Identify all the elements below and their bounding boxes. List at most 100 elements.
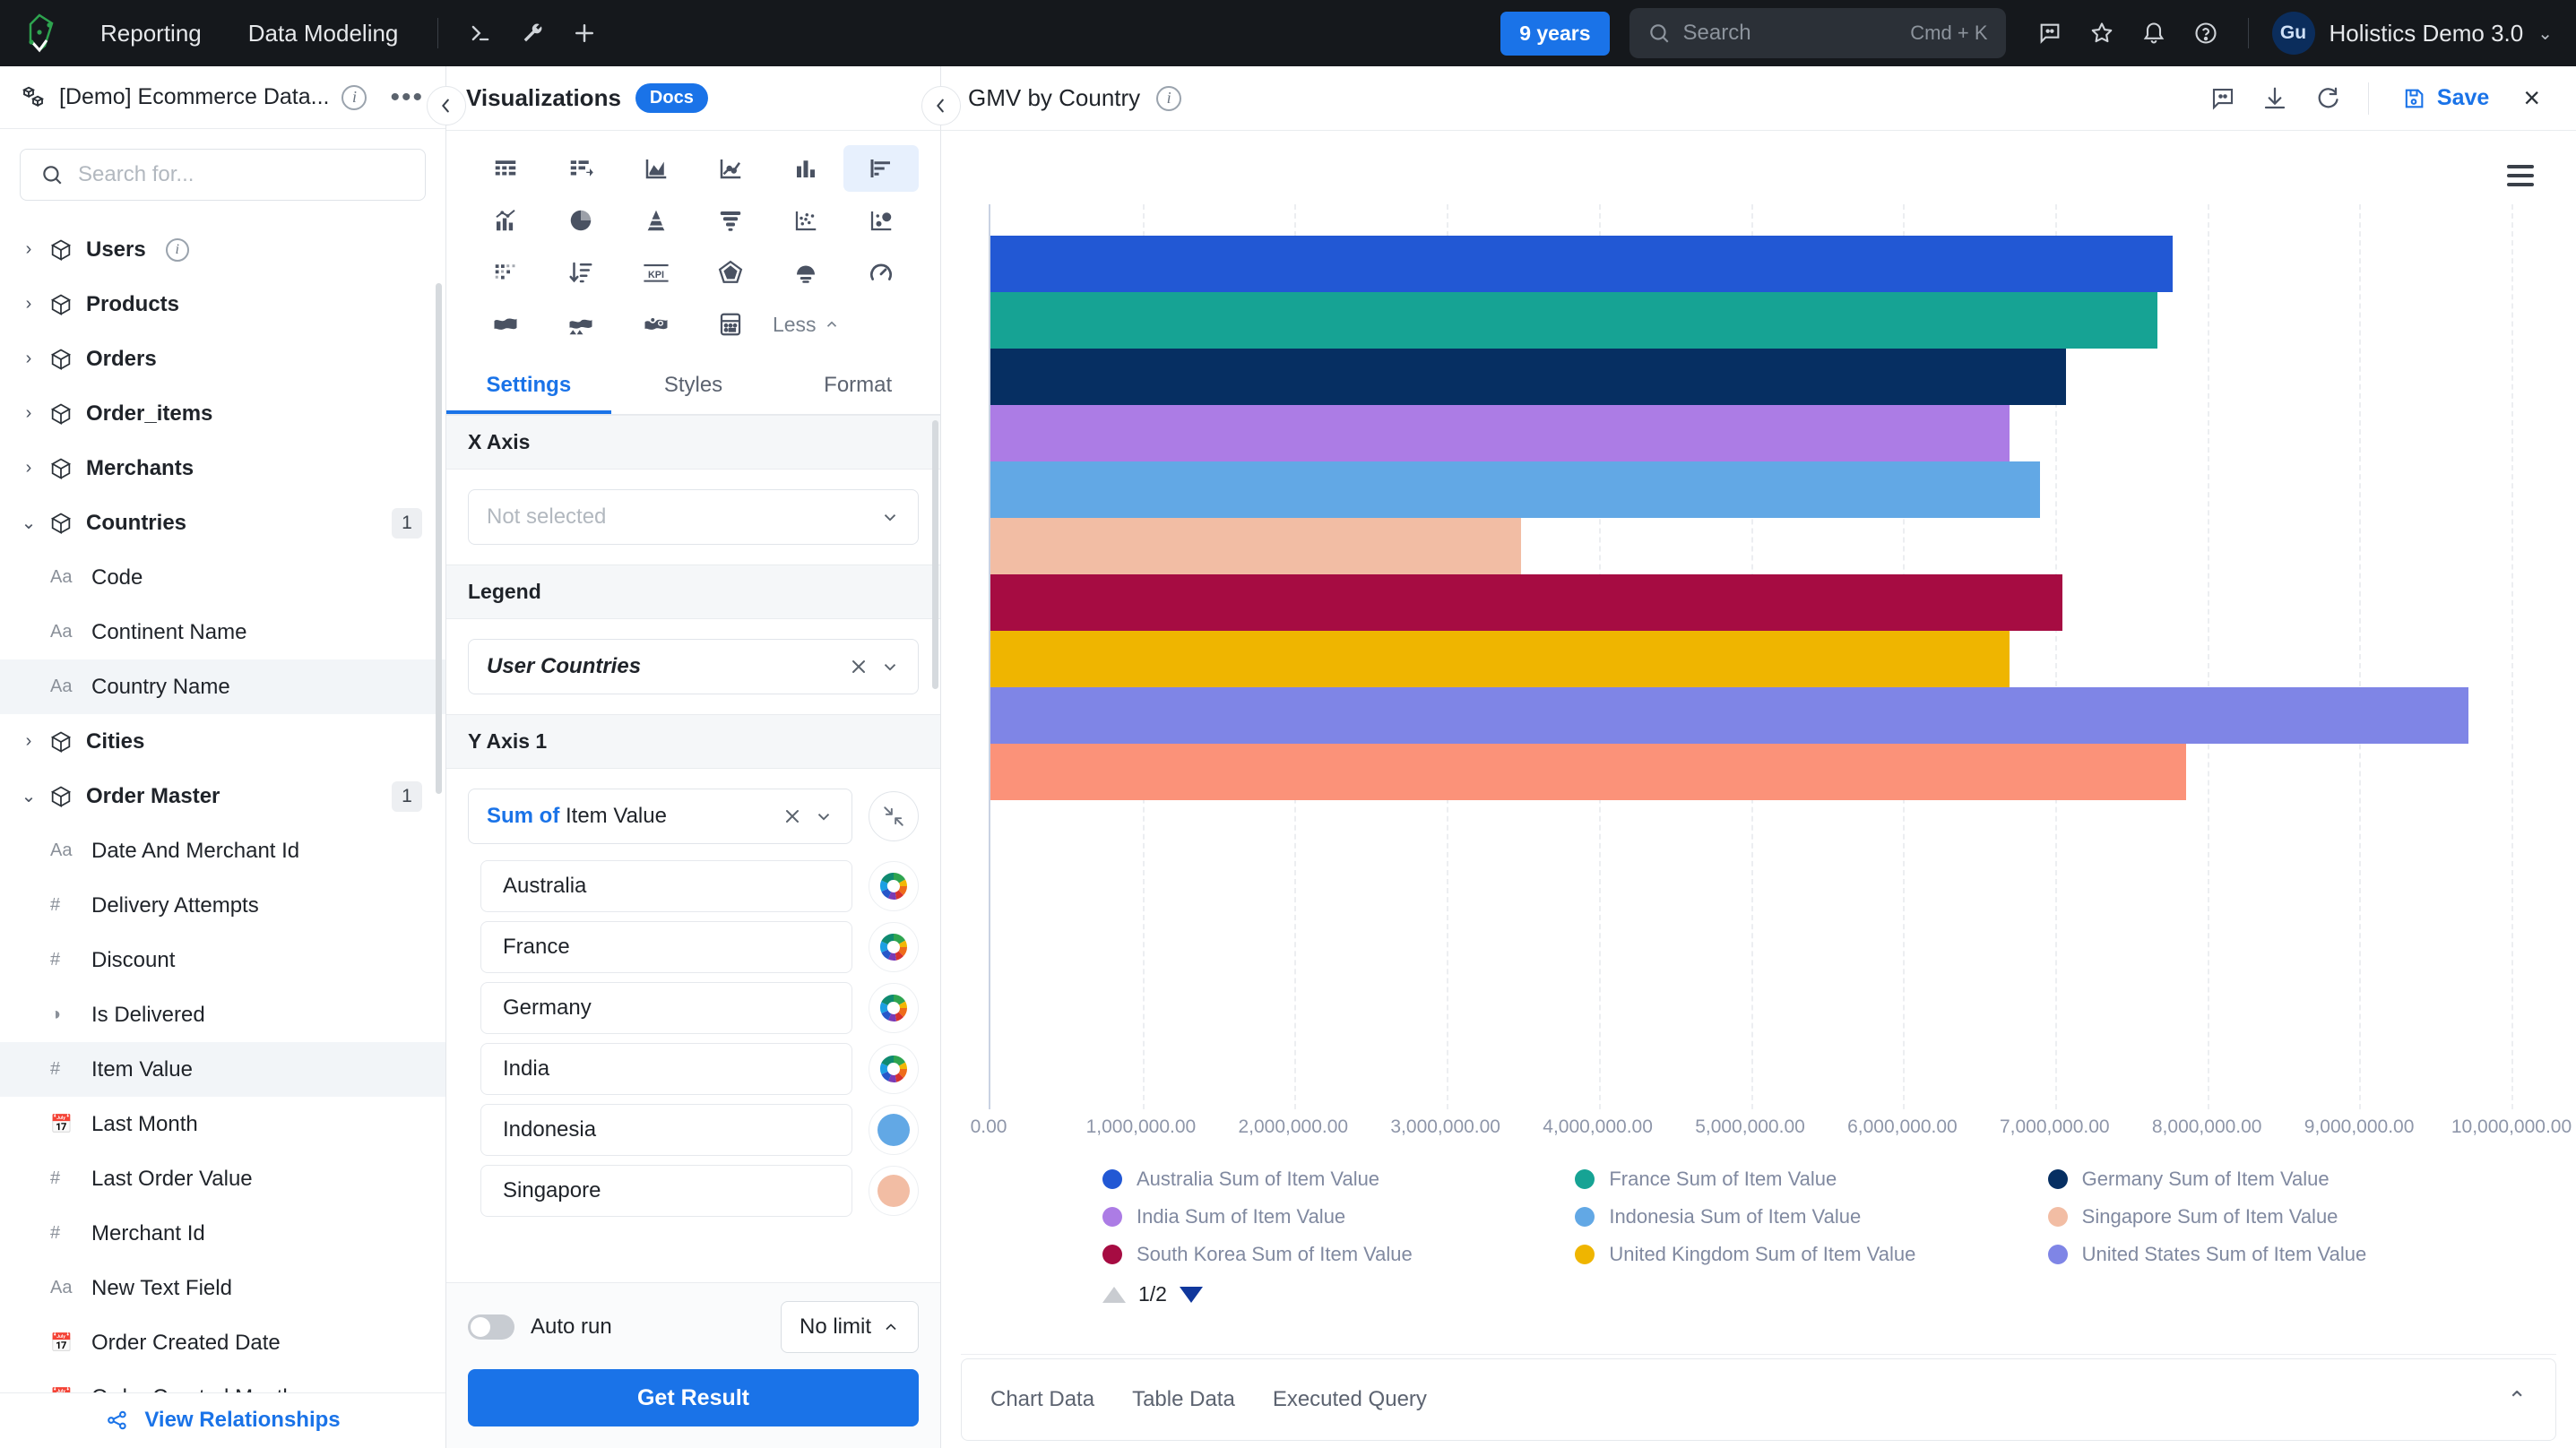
chevron-right-icon[interactable]: ›	[20, 294, 38, 315]
legend-item[interactable]: Australia Sum of Item Value	[1102, 1168, 1575, 1191]
result-tab-chart-data[interactable]: Chart Data	[990, 1387, 1094, 1412]
info-icon[interactable]: i	[341, 84, 367, 110]
x-axis-select[interactable]: Not selected	[468, 489, 919, 545]
row-limit-select[interactable]: No limit	[780, 1301, 919, 1353]
tree-field-item-value[interactable]: # Item Value	[0, 1042, 445, 1098]
chart-bar[interactable]	[990, 574, 2063, 631]
docs-link[interactable]: Docs	[635, 83, 708, 113]
tree-field-continent-name[interactable]: Aa Continent Name	[0, 605, 445, 659]
dataset-more-button[interactable]: •••	[390, 82, 424, 113]
combo-chart-icon[interactable]	[468, 197, 543, 244]
bar-chart-icon[interactable]	[843, 145, 919, 192]
map-pin-icon[interactable]	[618, 301, 694, 348]
chart-menu-icon[interactable]	[2501, 156, 2540, 195]
tree-model-orders[interactable]: › Orders	[0, 332, 445, 386]
legend-item[interactable]: South Korea Sum of Item Value	[1102, 1243, 1575, 1266]
series-name-indonesia[interactable]: Indonesia	[480, 1104, 852, 1156]
funnel-chart-icon[interactable]	[694, 197, 769, 244]
tree-field-merchant-id[interactable]: # Merchant Id	[0, 1206, 445, 1261]
plus-icon[interactable]	[564, 13, 605, 54]
map-region-icon[interactable]	[468, 301, 543, 348]
tree-field-last-month[interactable]: 📅 Last Month	[0, 1097, 445, 1151]
comment-icon[interactable]	[2201, 77, 2244, 120]
info-icon[interactable]: i	[1156, 85, 1182, 111]
tree-field-new-text-field[interactable]: Aa New Text Field	[0, 1261, 445, 1315]
holistics-logo-icon[interactable]	[20, 13, 61, 54]
chart-bar[interactable]	[990, 461, 2040, 518]
chevron-down-icon[interactable]: ⌄	[20, 512, 38, 534]
chart-bar[interactable]	[990, 405, 2010, 461]
chevron-down-icon[interactable]: ⌄	[2537, 22, 2553, 45]
chevron-right-icon[interactable]: ›	[20, 239, 38, 260]
chart-bar[interactable]	[990, 744, 2186, 800]
radar-chart-icon[interactable]	[694, 249, 769, 296]
chart-bar[interactable]	[990, 518, 1522, 574]
heatmap-icon[interactable]	[468, 249, 543, 296]
show-less-button[interactable]: Less	[768, 301, 843, 348]
series-color-picker[interactable]	[869, 861, 919, 911]
pivot-table-icon[interactable]	[543, 145, 618, 192]
series-name-germany[interactable]: Germany	[480, 982, 852, 1034]
tree-model-products[interactable]: › Products	[0, 277, 445, 332]
chevron-down-icon[interactable]	[814, 806, 834, 826]
result-tab-table-data[interactable]: Table Data	[1132, 1387, 1235, 1412]
collapse-viz-panel-button[interactable]	[921, 86, 961, 125]
tab-settings[interactable]: Settings	[446, 353, 611, 414]
kpi-icon[interactable]: KPI	[618, 249, 694, 296]
result-tab-executed-query[interactable]: Executed Query	[1273, 1387, 1427, 1412]
legend-item[interactable]: Indonesia Sum of Item Value	[1575, 1205, 2047, 1228]
clear-icon[interactable]	[848, 656, 869, 677]
series-name-india[interactable]: India	[480, 1043, 852, 1095]
legend-item[interactable]: France Sum of Item Value	[1575, 1168, 2047, 1191]
series-name-singapore[interactable]: Singapore	[480, 1165, 852, 1217]
period-pill[interactable]: 9 years	[1500, 11, 1610, 56]
chart-bar[interactable]	[990, 236, 2173, 292]
gauge-icon[interactable]	[843, 249, 919, 296]
series-color-picker[interactable]	[869, 983, 919, 1033]
legend-item[interactable]: United Kingdom Sum of Item Value	[1575, 1243, 2047, 1266]
feedback-icon[interactable]	[2029, 13, 2070, 54]
help-icon[interactable]	[2185, 13, 2226, 54]
clear-icon[interactable]	[782, 806, 803, 827]
tree-field-order-created-date[interactable]: 📅 Order Created Date	[0, 1315, 445, 1370]
tree-model-order-master[interactable]: ⌄ Order Master 1	[0, 769, 445, 823]
workspace-name[interactable]: Holistics Demo 3.0	[2330, 20, 2524, 47]
auto-run-toggle[interactable]	[468, 1314, 514, 1340]
nav-reporting[interactable]: Reporting	[77, 11, 225, 56]
map-choropleth-icon[interactable]	[543, 301, 618, 348]
collapse-series-button[interactable]	[869, 791, 919, 841]
chart-bar[interactable]	[990, 631, 2010, 687]
sidebar-search-input[interactable]: Search for...	[20, 149, 426, 202]
bubble-chart-icon[interactable]	[843, 197, 919, 244]
chevron-right-icon[interactable]: ›	[20, 458, 38, 478]
tree-field-date-and-merchant-id[interactable]: Aa Date And Merchant Id	[0, 823, 445, 878]
tree-field-country-name[interactable]: Aa Country Name	[0, 659, 445, 715]
terminal-icon[interactable]	[460, 13, 501, 54]
tree-model-cities[interactable]: › Cities	[0, 714, 445, 769]
series-color-picker[interactable]	[869, 922, 919, 972]
series-color-picker[interactable]	[869, 1166, 919, 1216]
legend-item[interactable]: Germany Sum of Item Value	[2047, 1168, 2520, 1191]
legend-prev-icon[interactable]	[1102, 1286, 1126, 1303]
view-relationships-button[interactable]: View Relationships	[0, 1392, 445, 1448]
wrench-icon[interactable]	[512, 13, 553, 54]
tree-field-is-delivered[interactable]: ◑ Is Delivered	[0, 987, 445, 1042]
tree-model-merchants[interactable]: › Merchants	[0, 441, 445, 496]
gauge-stack-icon[interactable]	[768, 249, 843, 296]
collapse-panel-icon[interactable]: ⌃	[2507, 1386, 2527, 1414]
series-name-france[interactable]: France	[480, 921, 852, 973]
scatter-chart-icon[interactable]	[768, 197, 843, 244]
column-chart-icon[interactable]	[768, 145, 843, 192]
legend-item[interactable]: Singapore Sum of Item Value	[2047, 1205, 2520, 1228]
tree-field-last-order-value[interactable]: # Last Order Value	[0, 1151, 445, 1206]
y-axis-measure-select[interactable]: Sum of Item Value	[468, 789, 852, 844]
avatar[interactable]: Gu	[2271, 12, 2315, 55]
chart-bar[interactable]	[990, 292, 2157, 349]
tree-model-order-items[interactable]: › Order_items	[0, 386, 445, 441]
global-search-input[interactable]: Search Cmd + K	[1629, 8, 2006, 58]
chart-bar[interactable]	[990, 349, 2066, 405]
refresh-icon[interactable]	[2305, 77, 2348, 120]
legend-next-icon[interactable]	[1179, 1286, 1203, 1303]
sidebar-scrollbar[interactable]	[436, 283, 442, 795]
chevron-right-icon[interactable]: ›	[20, 349, 38, 369]
